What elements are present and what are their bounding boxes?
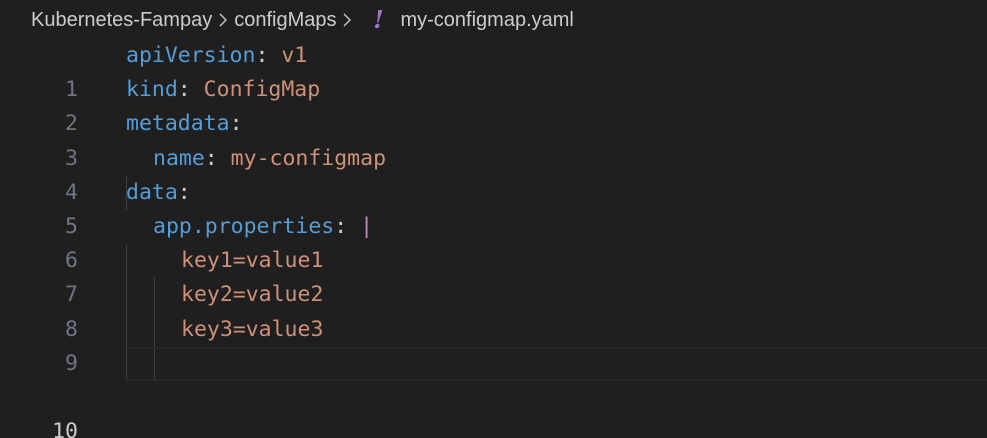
breadcrumb-item-kubernetes-fampay[interactable]: Kubernetes-Fampay xyxy=(31,9,212,32)
yaml-block-value: key2=value2 xyxy=(181,282,324,308)
yaml-colon: : xyxy=(177,77,191,103)
yaml-value: ConfigMap xyxy=(190,77,321,103)
yaml-key: metadata xyxy=(126,111,230,137)
chevron-right-icon xyxy=(336,8,358,32)
yaml-block-indicator: | xyxy=(360,213,374,239)
yaml-key: name xyxy=(153,145,205,171)
code-line[interactable]: 4 name: my-configmap xyxy=(0,142,987,205)
code-line[interactable]: 6 app.properties: | xyxy=(0,210,987,273)
chevron-right-icon xyxy=(212,8,234,32)
yaml-key: data xyxy=(126,179,178,205)
yaml-key: apiVersion xyxy=(126,43,256,68)
yaml-colon: : xyxy=(177,179,191,205)
yaml-colon: : xyxy=(334,213,361,239)
code-line[interactable]: 1 apiVersion: v1 xyxy=(0,39,987,102)
code-line[interactable]: 9 key3=value3 xyxy=(0,313,987,376)
code-editor[interactable]: Kubernetes-Fampay configMaps ! my-config… xyxy=(0,0,987,438)
yaml-value: v1 xyxy=(268,43,308,68)
yaml-block-value: key1=value1 xyxy=(181,248,324,274)
code-area[interactable]: 1 apiVersion: v1 2 kind: ConfigMap 3 met… xyxy=(0,39,987,438)
code-line-current[interactable]: 10 xyxy=(0,346,987,438)
code-line[interactable]: 3 metadata: xyxy=(0,107,987,170)
line-number-active: 10 xyxy=(52,419,78,438)
yaml-block-value: key3=value3 xyxy=(181,316,324,342)
yaml-value: my-configmap xyxy=(217,145,387,171)
current-line-highlight xyxy=(126,346,987,381)
code-line[interactable]: 5 data: xyxy=(0,176,987,239)
yaml-file-icon: ! xyxy=(373,5,384,34)
yaml-colon: : xyxy=(229,111,243,137)
yaml-colon: : xyxy=(204,145,218,171)
yaml-colon: : xyxy=(255,43,269,68)
yaml-key: kind xyxy=(126,77,178,103)
code-line[interactable]: 7 key1=value1 xyxy=(0,244,987,307)
breadcrumb: Kubernetes-Fampay configMaps ! my-config… xyxy=(0,0,987,40)
code-line[interactable]: 2 kind: ConfigMap xyxy=(0,73,987,136)
breadcrumb-item-configmaps[interactable]: configMaps xyxy=(234,9,336,32)
yaml-key: app.properties xyxy=(153,213,335,239)
breadcrumb-item-file[interactable]: my-configmap.yaml xyxy=(400,9,573,32)
code-line[interactable]: 8 key2=value2 xyxy=(0,278,987,341)
